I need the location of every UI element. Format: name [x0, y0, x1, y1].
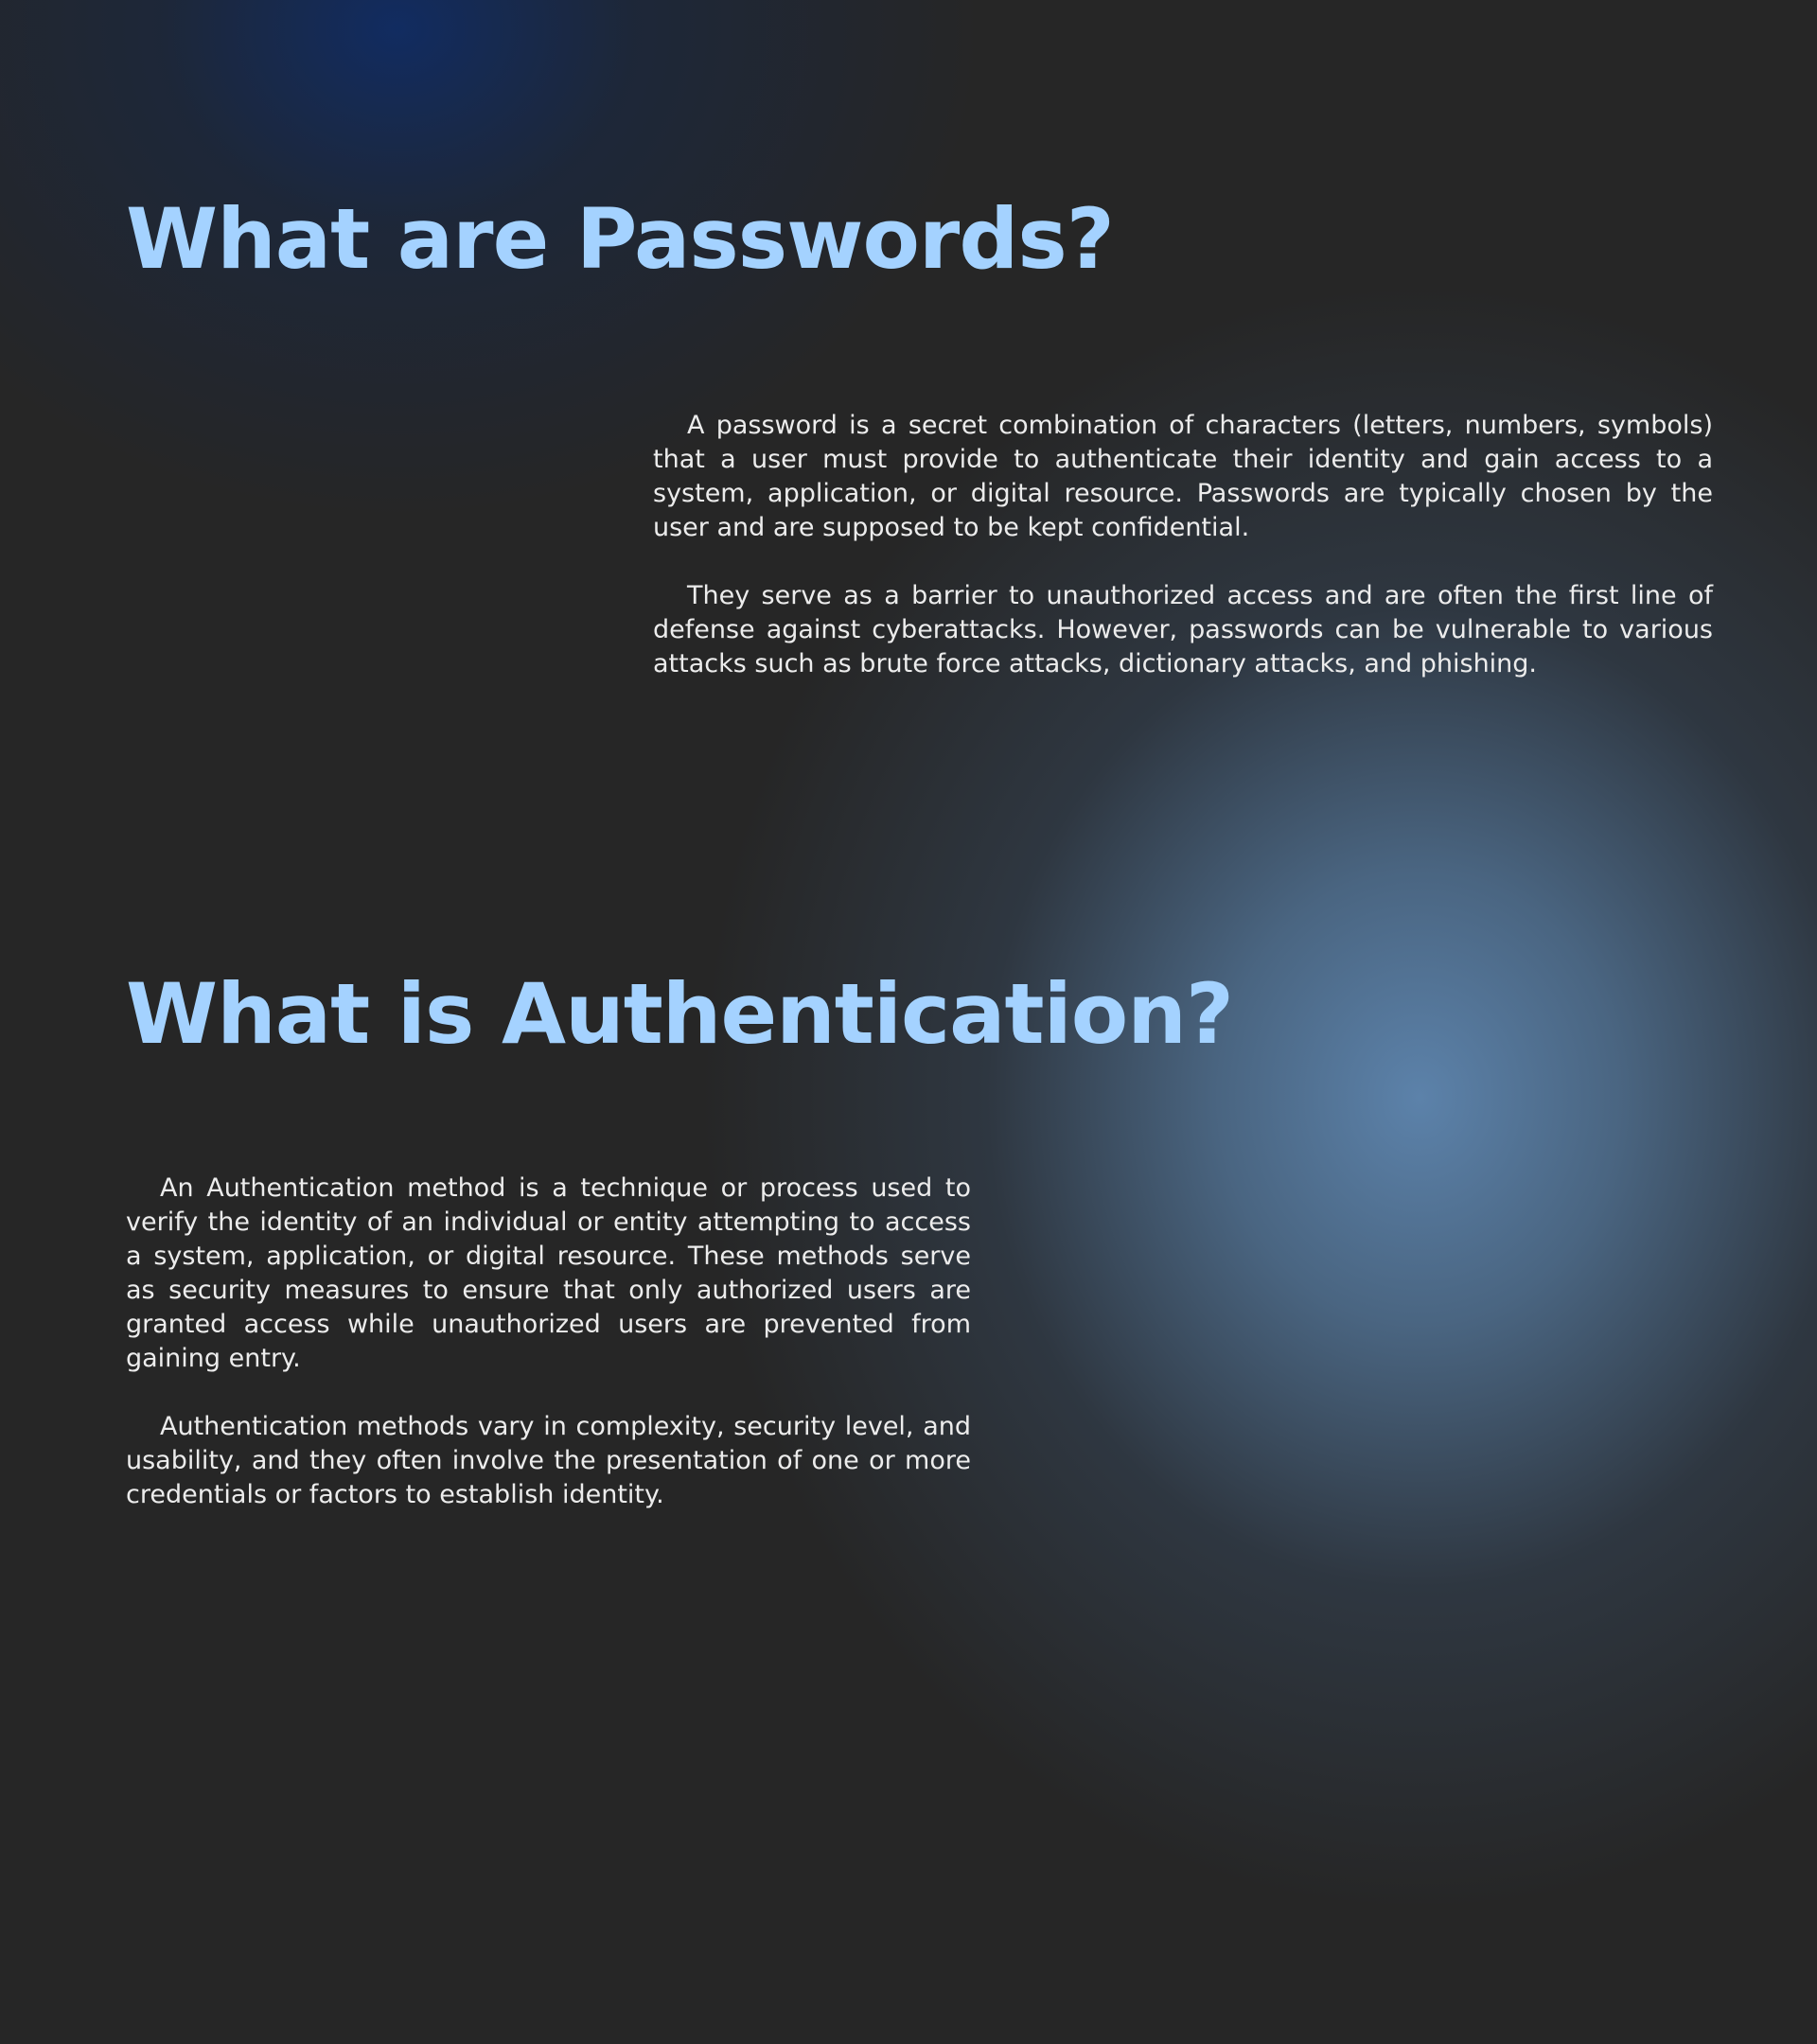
passwords-body: A password is a secret combination of ch… — [653, 409, 1713, 715]
passwords-heading: What are Passwords? — [126, 190, 1115, 288]
authentication-heading: What is Authentication? — [126, 965, 1234, 1063]
authentication-paragraph-1: An Authentication method is a technique … — [126, 1173, 971, 1373]
passwords-paragraph-2: They serve as a barrier to unauthorized … — [653, 581, 1713, 678]
authentication-paragraph-2: Authentication methods vary in complexit… — [126, 1412, 971, 1509]
authentication-body: An Authentication method is a technique … — [126, 1172, 971, 1546]
passwords-paragraph-1: A password is a secret combination of ch… — [653, 411, 1713, 542]
